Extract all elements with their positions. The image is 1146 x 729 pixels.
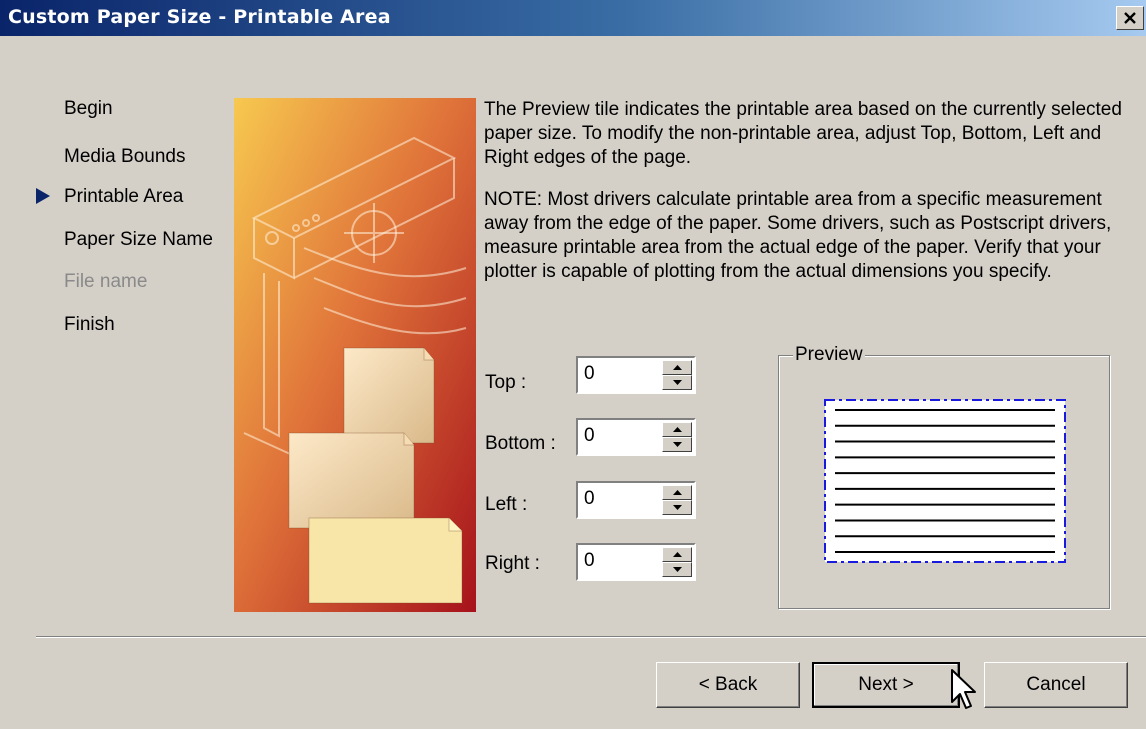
step-file-name: File name bbox=[64, 271, 148, 292]
left-label: Left : bbox=[485, 494, 528, 515]
step-begin: Begin bbox=[64, 98, 113, 119]
right-label: Right : bbox=[485, 553, 540, 574]
step-media-bounds: Media Bounds bbox=[64, 146, 186, 167]
top-input[interactable] bbox=[580, 360, 660, 388]
spin-up-arrow-icon bbox=[672, 427, 682, 432]
right-spinner[interactable] bbox=[576, 543, 696, 581]
right-input[interactable] bbox=[580, 547, 660, 575]
mouse-pointer-icon bbox=[951, 669, 976, 709]
preview-page bbox=[824, 399, 1066, 563]
bottom-input[interactable] bbox=[580, 422, 660, 450]
spin-up-arrow-icon bbox=[672, 552, 682, 557]
top-spin-up[interactable] bbox=[662, 360, 692, 375]
spin-up-arrow-icon bbox=[672, 365, 682, 370]
instructions-paragraph: The Preview tile indicates the printable… bbox=[484, 99, 1122, 168]
bottom-spin-up[interactable] bbox=[662, 422, 692, 437]
close-icon bbox=[1124, 12, 1136, 24]
spin-up-arrow-icon bbox=[672, 490, 682, 495]
spin-down-arrow-icon bbox=[672, 505, 682, 510]
instructions-text: The Preview tile indicates the printable… bbox=[484, 98, 1124, 302]
step-printable-area: Printable Area bbox=[36, 186, 183, 208]
window-title: Custom Paper Size - Printable Area bbox=[8, 6, 391, 28]
bottom-spinner[interactable] bbox=[576, 418, 696, 456]
top-label: Top : bbox=[485, 372, 527, 393]
note-paragraph: NOTE: Most drivers calculate printable a… bbox=[484, 189, 1112, 282]
title-bar: Custom Paper Size - Printable Area bbox=[0, 0, 1146, 36]
back-button[interactable]: < Back bbox=[656, 662, 800, 708]
top-spinner[interactable] bbox=[576, 356, 696, 394]
left-spin-up[interactable] bbox=[662, 485, 692, 500]
separator bbox=[36, 636, 1146, 638]
right-spin-up[interactable] bbox=[662, 547, 692, 562]
cancel-button[interactable]: Cancel bbox=[984, 662, 1128, 708]
spin-down-arrow-icon bbox=[672, 380, 682, 385]
bottom-spin-down[interactable] bbox=[662, 437, 692, 452]
step-finish: Finish bbox=[64, 314, 115, 335]
step-paper-size-name: Paper Size Name bbox=[64, 229, 213, 250]
plotter-illustration bbox=[234, 98, 476, 612]
right-spin-down[interactable] bbox=[662, 562, 692, 577]
spin-down-arrow-icon bbox=[672, 567, 682, 572]
preview-group: Preview bbox=[778, 344, 1110, 609]
current-step-arrow-icon bbox=[36, 188, 50, 204]
bottom-label: Bottom : bbox=[485, 433, 556, 454]
top-spin-down[interactable] bbox=[662, 375, 692, 390]
next-button[interactable]: Next > bbox=[812, 662, 960, 708]
left-spinner[interactable] bbox=[576, 481, 696, 519]
left-input[interactable] bbox=[580, 485, 660, 513]
left-spin-down[interactable] bbox=[662, 500, 692, 515]
close-button[interactable] bbox=[1116, 6, 1144, 30]
spin-down-arrow-icon bbox=[672, 442, 682, 447]
